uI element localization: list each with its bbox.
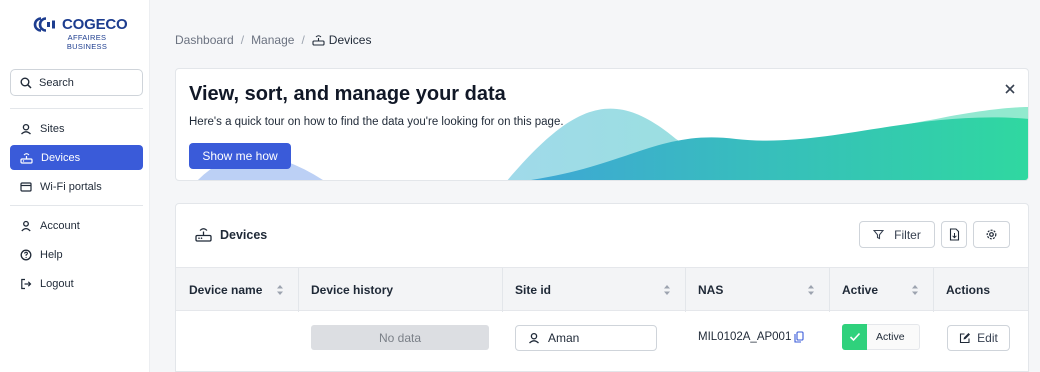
column-header-site-id[interactable]: Site id xyxy=(515,268,551,312)
sidebar-item-label: Wi-Fi portals xyxy=(40,180,102,193)
banner-text: Here's a quick tour on how to find the d… xyxy=(189,116,564,128)
sidebar-divider xyxy=(10,108,143,109)
column-header-device-history[interactable]: Device history xyxy=(311,268,393,312)
column-separator xyxy=(298,268,299,312)
breadcrumb-current: Devices xyxy=(312,33,372,47)
active-toggle[interactable]: Active xyxy=(842,324,920,350)
device-history-no-data: No data xyxy=(311,325,489,350)
sort-icon[interactable] xyxy=(911,283,919,297)
column-separator xyxy=(829,268,830,312)
banner-title: View, sort, and manage your data xyxy=(189,83,506,105)
sort-icon[interactable] xyxy=(276,283,284,297)
router-icon xyxy=(195,228,212,242)
breadcrumb-separator: / xyxy=(301,33,305,47)
site-id-link[interactable]: Aman xyxy=(515,325,657,351)
breadcrumb-manage[interactable]: Manage xyxy=(251,33,294,47)
active-label: Active xyxy=(876,331,905,343)
logo-sub-line2: BUSINESS xyxy=(66,42,108,51)
help-circle-icon xyxy=(20,249,32,260)
column-separator xyxy=(502,268,503,312)
logo-subtitle: AFFAIRES BUSINESS xyxy=(60,33,114,51)
column-header-nas[interactable]: NAS xyxy=(698,268,723,312)
edit-button[interactable]: Edit xyxy=(947,325,1010,351)
search-label: Search xyxy=(39,76,74,89)
card-title-label: Devices xyxy=(220,227,268,242)
sidebar-item-wifi-portals[interactable]: Wi-Fi portals xyxy=(10,174,143,199)
tour-banner: View, sort, and manage your data Here's … xyxy=(175,68,1029,181)
sidebar-item-help[interactable]: Help xyxy=(10,242,143,267)
site-id-label: Aman xyxy=(548,331,580,345)
filter-label: Filter xyxy=(894,227,921,242)
card-title: Devices xyxy=(195,227,267,242)
cogeco-logo-icon xyxy=(33,17,55,32)
breadcrumb-separator: / xyxy=(240,33,245,47)
sidebar-item-sites[interactable]: Sites xyxy=(10,116,143,141)
pin-icon xyxy=(21,123,31,134)
filter-button[interactable]: Filter xyxy=(859,221,935,248)
main-content: Dashboard / Manage / Devices View, sort,… xyxy=(150,0,1040,372)
breadcrumb: Dashboard / Manage / Devices xyxy=(175,33,371,47)
logout-icon xyxy=(21,278,32,289)
close-icon[interactable] xyxy=(1003,82,1017,96)
column-separator xyxy=(685,268,686,312)
nas-value: MIL0102A_AP001 xyxy=(698,331,792,343)
sidebar-divider xyxy=(10,205,143,206)
breadcrumb-dashboard[interactable]: Dashboard xyxy=(175,33,234,47)
devices-card: Devices Filter Device name Device histor… xyxy=(175,203,1029,372)
pin-icon xyxy=(529,332,539,344)
sidebar-item-label: Account xyxy=(40,219,80,232)
edit-icon xyxy=(960,333,971,344)
router-icon xyxy=(312,35,325,46)
copy-icon[interactable] xyxy=(794,331,804,343)
gear-icon xyxy=(986,229,997,240)
column-header-active[interactable]: Active xyxy=(842,268,878,312)
sidebar-item-logout[interactable]: Logout xyxy=(10,271,143,296)
cell-nas: MIL0102A_AP001 xyxy=(698,331,804,343)
sidebar-item-label: Help xyxy=(40,248,63,261)
search-icon xyxy=(20,77,32,89)
sidebar-item-devices[interactable]: Devices xyxy=(10,145,143,170)
search-button[interactable]: Search xyxy=(10,69,143,96)
active-check xyxy=(842,324,867,350)
export-file-icon xyxy=(949,228,959,241)
edit-label: Edit xyxy=(977,331,998,345)
sidebar-item-label: Devices xyxy=(41,151,81,164)
router-icon xyxy=(20,152,33,164)
sidebar-item-label: Sites xyxy=(40,122,65,135)
checkmark-icon xyxy=(849,332,860,342)
cogeco-logo[interactable]: COGECO AFFAIRES BUSINESS xyxy=(32,16,128,52)
breadcrumb-current-label: Devices xyxy=(328,33,372,47)
sort-icon[interactable] xyxy=(807,283,815,297)
export-button[interactable] xyxy=(941,221,967,248)
sidebar: COGECO AFFAIRES BUSINESS Search Sites De… xyxy=(0,0,150,372)
column-header-device-name[interactable]: Device name xyxy=(189,268,262,312)
column-header-actions: Actions xyxy=(946,283,991,297)
browser-window-icon xyxy=(20,181,32,192)
user-icon xyxy=(21,220,31,231)
logo-sub-line1: AFFAIRES xyxy=(67,33,107,42)
table-header: Device name Device history Site id NAS A… xyxy=(176,267,1028,312)
logo-name: COGECO xyxy=(62,16,128,33)
settings-button[interactable] xyxy=(973,221,1010,248)
show-me-how-button[interactable]: Show me how xyxy=(189,143,291,169)
column-separator xyxy=(933,268,934,312)
sidebar-item-account[interactable]: Account xyxy=(10,213,143,238)
filter-icon xyxy=(873,229,885,240)
sort-icon[interactable] xyxy=(663,283,671,297)
sidebar-item-label: Logout xyxy=(40,277,74,290)
